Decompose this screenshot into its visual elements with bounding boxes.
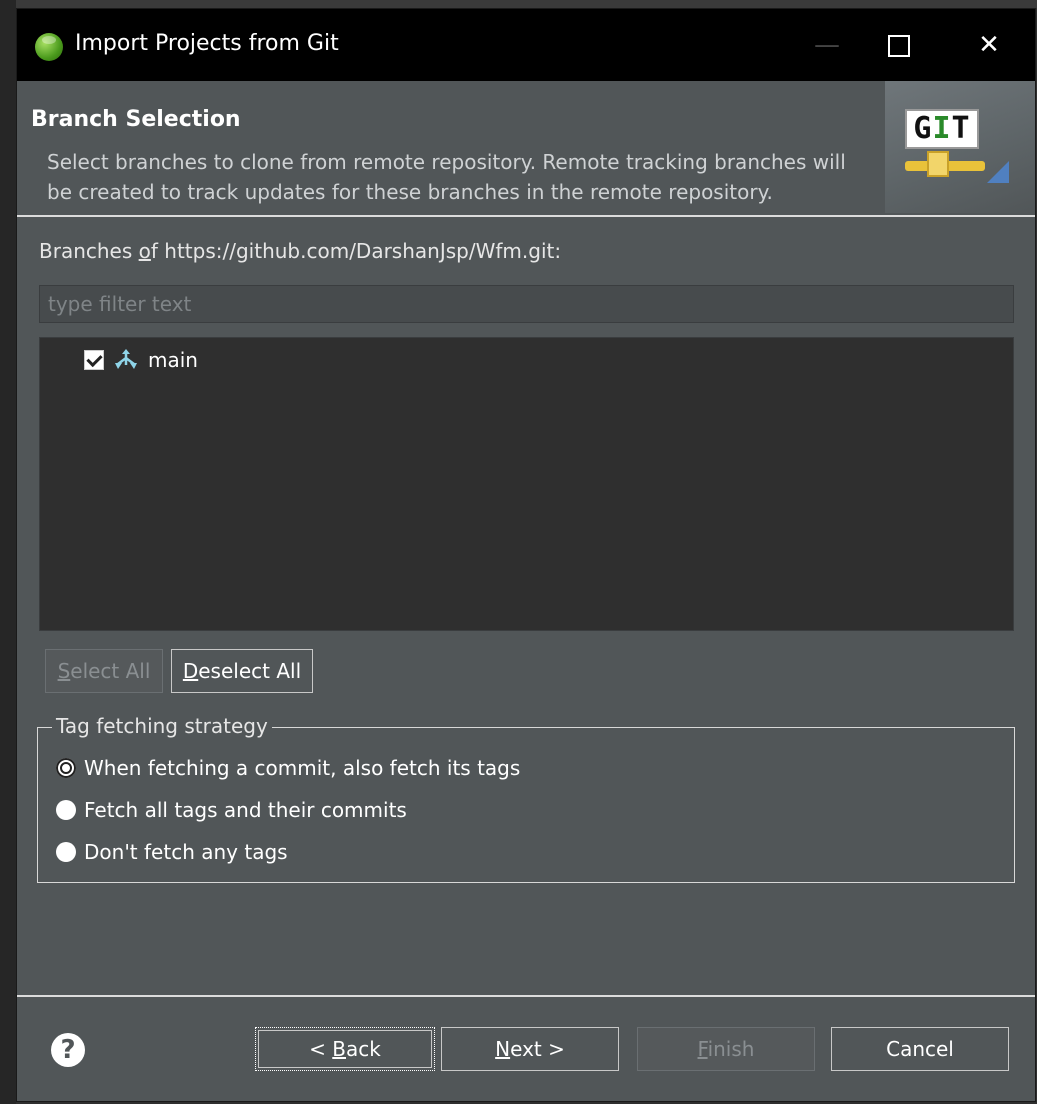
radio-button[interactable] [56,842,76,862]
radio-label: Fetch all tags and their commits [84,798,407,822]
finish-button[interactable]: Finish [637,1027,815,1071]
page-title: Branch Selection [31,107,241,132]
radio-no-tags[interactable]: Don't fetch any tags [56,840,288,864]
cancel-button[interactable]: Cancel [831,1027,1009,1071]
radio-fetch-all-tags[interactable]: Fetch all tags and their commits [56,798,407,822]
close-button[interactable]: ✕ [969,27,1009,63]
tag-fetching-group: Tag fetching strategy When fetching a co… [37,714,1015,883]
radio-button[interactable] [56,800,76,820]
maximize-icon [888,35,910,57]
corner-triangle-icon [987,161,1009,183]
tree-item-main[interactable]: main [84,346,198,374]
tag-fetching-legend: Tag fetching strategy [52,714,272,738]
pipe-connector-icon [927,151,949,177]
background-top [0,0,1037,8]
back-button[interactable]: < Back [255,1027,435,1071]
help-icon[interactable]: ? [51,1033,85,1067]
minimize-button[interactable]: — [807,27,847,63]
branch-tree[interactable]: main [39,337,1014,631]
page-description: Select branches to clone from remote rep… [47,150,846,204]
maximize-button[interactable] [879,27,919,63]
radio-button-selected[interactable] [56,758,76,778]
background-strip [0,0,16,1104]
title-bar[interactable]: Import Projects from Git — ✕ [17,9,1035,81]
radio-label: Don't fetch any tags [84,840,288,864]
branch-icon [115,349,137,369]
branch-filter-input[interactable] [39,285,1014,323]
select-all-button[interactable]: Select All [45,649,163,693]
radio-label: When fetching a commit, also fetch its t… [84,756,521,780]
window-title: Import Projects from Git [75,31,339,56]
git-banner: GIT [885,81,1035,213]
deselect-all-button[interactable]: Deselect All [171,649,313,693]
radio-fetch-commit-tags[interactable]: When fetching a commit, also fetch its t… [56,756,520,780]
next-button[interactable]: Next > [441,1027,619,1071]
branches-label: Branches of https://github.com/DarshanJs… [39,239,562,263]
wizard-header: Branch Selection Select branches to clon… [17,81,1035,217]
branch-checkbox[interactable] [84,350,104,370]
git-logo-icon: GIT [905,109,979,149]
import-dialog: Import Projects from Git — ✕ Branch Sele… [16,8,1036,1102]
footer-divider [17,995,1035,997]
eclipse-app-icon [35,33,63,61]
branch-name: main [148,348,198,372]
